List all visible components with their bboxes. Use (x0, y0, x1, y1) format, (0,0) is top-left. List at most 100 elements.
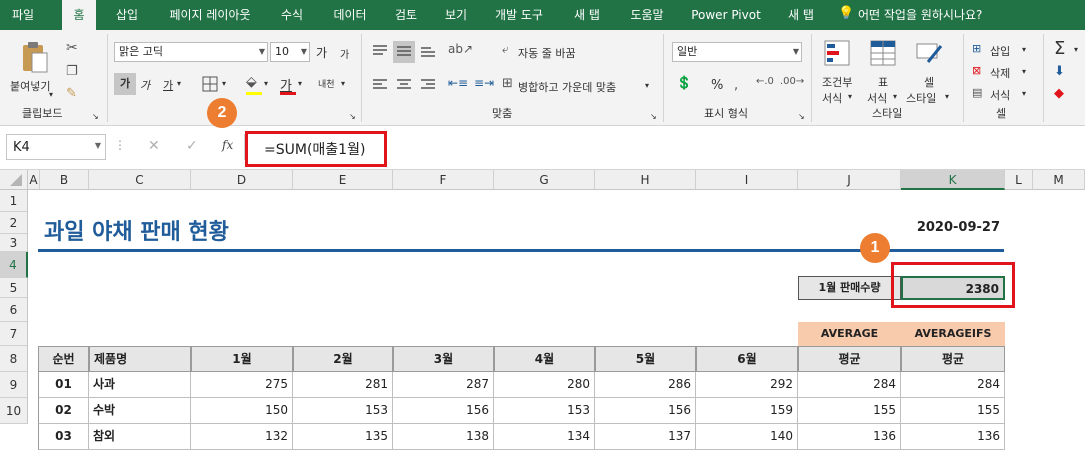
ribbon-tab-11[interactable]: Power Pivot (684, 0, 768, 30)
column-header-D[interactable]: D (191, 170, 293, 190)
row-header-10[interactable]: 10 (0, 398, 28, 424)
table-cell[interactable]: 140 (696, 424, 798, 450)
fill-color-icon[interactable]: ⬙ (246, 74, 257, 90)
phonetic-button[interactable]: 내천 (318, 77, 335, 90)
conditional-format-icon[interactable] (824, 40, 850, 66)
table-cell[interactable]: 136 (798, 424, 901, 450)
conditional-format-label-1[interactable]: 조건부 (822, 74, 852, 90)
row-number[interactable]: 03 (38, 424, 89, 450)
table-cell[interactable]: 150 (191, 398, 293, 424)
autosum-button[interactable]: Σ (1054, 38, 1065, 59)
align-left-icon[interactable] (372, 78, 388, 92)
decrease-decimal-icon[interactable]: .00→ (780, 76, 804, 87)
format-cells-button[interactable]: 서식 (990, 87, 1010, 103)
ribbon-tab-4[interactable]: 수식 (270, 0, 314, 30)
cut-icon[interactable]: ✂ (66, 40, 78, 56)
merge-center-button[interactable]: 병합하고 가운데 맞춤 (518, 79, 616, 95)
column-header-M[interactable]: M (1033, 170, 1085, 190)
align-bottom-icon[interactable] (420, 44, 436, 58)
row-number[interactable]: 01 (38, 372, 89, 398)
comma-style-icon[interactable]: , (734, 78, 738, 93)
align-right-icon[interactable] (420, 78, 436, 92)
table-cell[interactable]: 136 (901, 424, 1005, 450)
table-cell[interactable]: 284 (901, 372, 1005, 398)
copy-icon[interactable]: ❐ (66, 64, 78, 79)
shrink-font-button[interactable]: 가 (340, 46, 349, 61)
row-header-2[interactable]: 2 (0, 212, 28, 234)
delete-cells-icon[interactable]: ⊠ (972, 64, 981, 77)
dialog-launcher-icon[interactable]: ↘ (798, 112, 805, 121)
table-cell[interactable]: 287 (393, 372, 494, 398)
table-cell[interactable]: 286 (595, 372, 696, 398)
bold-button[interactable]: 가 (114, 73, 136, 95)
ribbon-tab-1[interactable]: 홈 (62, 0, 96, 30)
insert-cells-button[interactable]: 삽입 (990, 43, 1010, 59)
format-as-table-icon[interactable] (870, 40, 896, 66)
column-header-H[interactable]: H (595, 170, 696, 190)
table-cell[interactable]: 156 (595, 398, 696, 424)
ribbon-tab-9[interactable]: 새 탭 (560, 0, 614, 30)
tell-me-search[interactable]: 어떤 작업을 원하시나요? (834, 0, 1004, 30)
select-all-corner[interactable] (0, 170, 28, 190)
column-header-B[interactable]: B (40, 170, 89, 190)
table-cell[interactable]: 135 (293, 424, 393, 450)
decrease-indent-icon[interactable]: ⇤≡ (448, 76, 468, 90)
product-name[interactable]: 참외 (89, 424, 191, 450)
merge-center-icon[interactable]: ⊞ (502, 76, 513, 91)
table-cell[interactable]: 138 (393, 424, 494, 450)
column-header-E[interactable]: E (293, 170, 393, 190)
ribbon-tab-3[interactable]: 페이지 레이아웃 (158, 0, 262, 30)
product-name[interactable]: 수박 (89, 398, 191, 424)
table-cell[interactable]: 155 (798, 398, 901, 424)
cell-styles-label-1[interactable]: 셀 (924, 74, 934, 90)
row-number[interactable]: 02 (38, 398, 89, 424)
table-cell[interactable]: 155 (901, 398, 1005, 424)
column-header-A[interactable]: A (28, 170, 40, 190)
row-header-7[interactable]: 7 (0, 322, 28, 346)
column-header-I[interactable]: I (696, 170, 798, 190)
clear-icon[interactable]: ◆ (1054, 86, 1064, 101)
accounting-format-icon[interactable]: 💲 (676, 76, 692, 91)
ribbon-tab-6[interactable]: 검토 (384, 0, 428, 30)
row-header-4[interactable]: 4 (0, 252, 28, 278)
table-cell[interactable]: 132 (191, 424, 293, 450)
cancel-icon[interactable]: ✕ (148, 138, 160, 154)
column-header-F[interactable]: F (393, 170, 494, 190)
italic-button[interactable]: 가 (140, 77, 150, 93)
row-header-1[interactable]: 1 (0, 190, 28, 212)
table-cell[interactable]: 153 (293, 398, 393, 424)
column-header-C[interactable]: C (89, 170, 191, 190)
table-cell[interactable]: 156 (393, 398, 494, 424)
ribbon-tab-8[interactable]: 개발 도구 (486, 0, 552, 30)
table-cell[interactable]: 280 (494, 372, 595, 398)
paste-label[interactable]: 붙여넣기 (10, 78, 50, 94)
insert-cells-icon[interactable]: ⊞ (972, 42, 981, 55)
format-cells-icon[interactable]: ▤ (972, 86, 982, 99)
ribbon-tab-12[interactable]: 새 탭 (774, 0, 828, 30)
table-cell[interactable]: 284 (798, 372, 901, 398)
underline-button[interactable]: 가 (163, 77, 173, 93)
row-header-6[interactable]: 6 (0, 298, 28, 322)
format-as-table-label-2[interactable]: 서식 (867, 90, 887, 106)
dialog-launcher-icon[interactable]: ↘ (349, 112, 356, 121)
font-name-combo[interactable]: 맑은 고딕 ▼ (114, 42, 268, 62)
wrap-text-button[interactable]: 자동 줄 바꿈 (518, 45, 576, 61)
table-cell[interactable]: 275 (191, 372, 293, 398)
ribbon-tab-7[interactable]: 보기 (434, 0, 478, 30)
font-size-combo[interactable]: 10 ▼ (270, 42, 310, 62)
table-cell[interactable]: 292 (696, 372, 798, 398)
column-header-J[interactable]: J (798, 170, 901, 190)
fill-icon[interactable]: ⬇ (1054, 64, 1065, 79)
row-header-3[interactable]: 3 (0, 234, 28, 252)
table-cell[interactable]: 137 (595, 424, 696, 450)
ribbon-tab-2[interactable]: 삽입 (106, 0, 148, 30)
product-name[interactable]: 사과 (89, 372, 191, 398)
grow-font-button[interactable]: 가 (316, 44, 327, 61)
row-header-8[interactable]: 8 (0, 346, 28, 372)
format-as-table-label-1[interactable]: 표 (878, 74, 888, 90)
dialog-launcher-icon[interactable]: ↘ (650, 112, 657, 121)
ribbon-tab-5[interactable]: 데이터 (320, 0, 380, 30)
table-cell[interactable]: 153 (494, 398, 595, 424)
align-middle-icon[interactable] (396, 44, 412, 58)
row-header-9[interactable]: 9 (0, 372, 28, 398)
